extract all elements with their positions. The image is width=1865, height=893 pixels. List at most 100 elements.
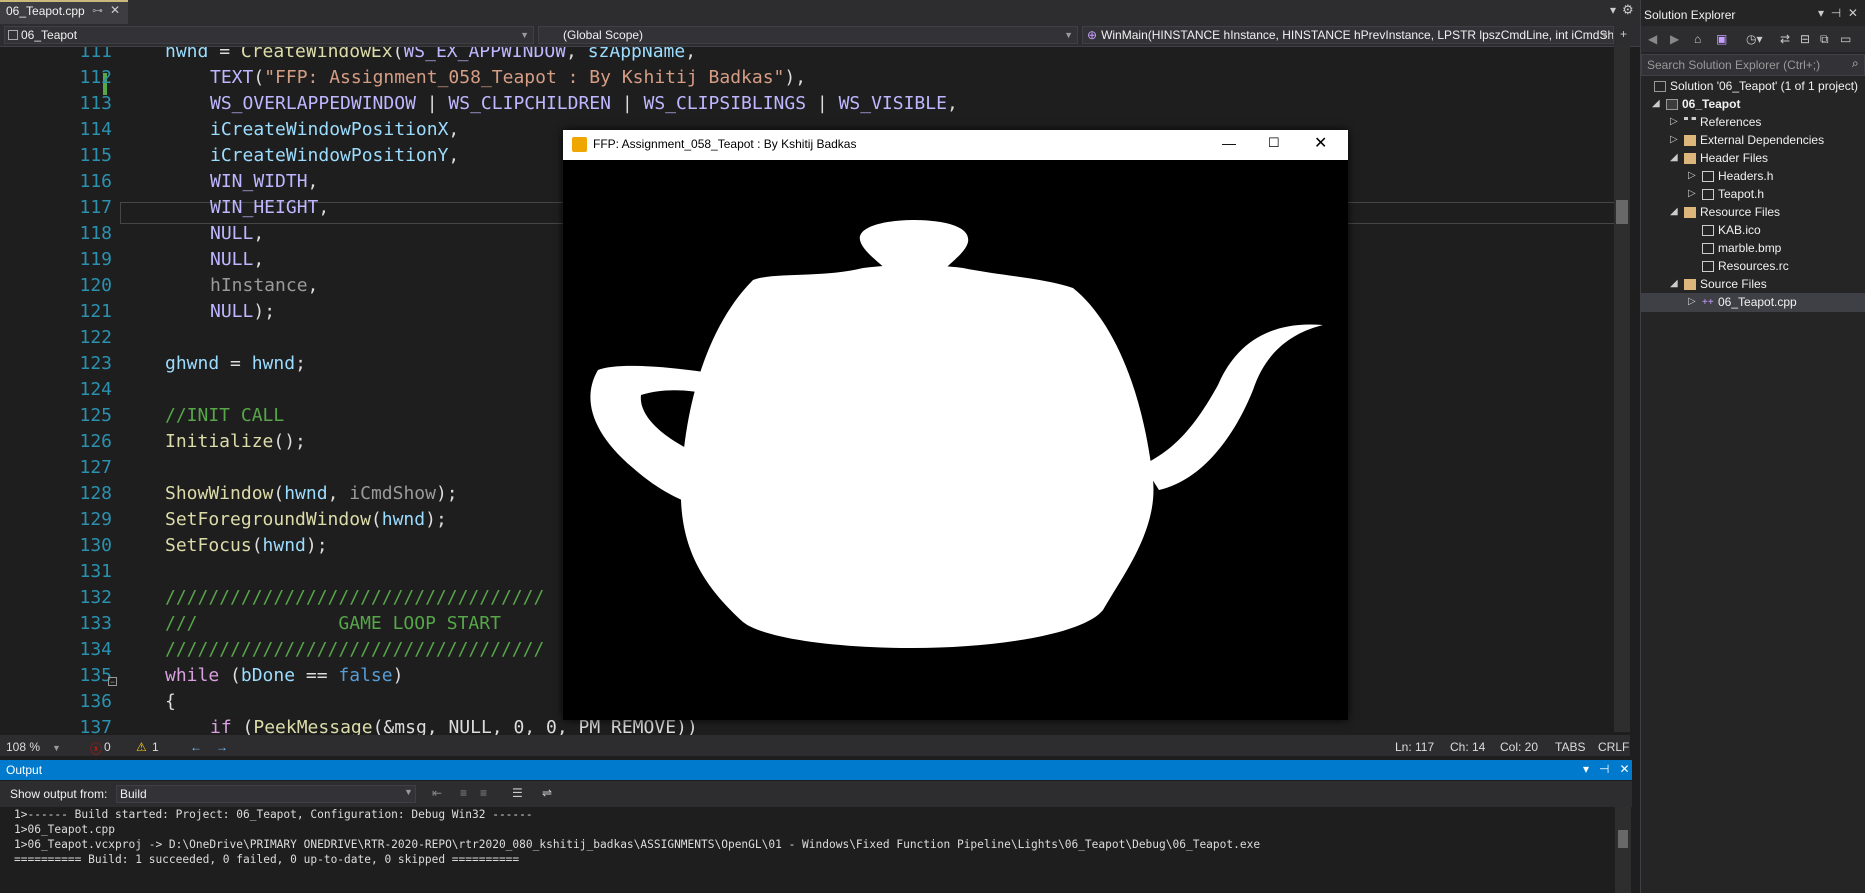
properties-icon[interactable]: ▭ [1840,32,1851,46]
tree-item-solution[interactable]: Solution '06_Teapot' (1 of 1 project) [1654,77,1858,95]
collapse-all-icon[interactable]: ⊟ [1800,32,1810,46]
collapsed-arrow-icon[interactable]: ▷ [1670,113,1678,131]
arrow-left-icon[interactable]: ← [190,740,202,754]
tree-item-resources-rc[interactable]: Resources.rc [1702,257,1789,275]
teapot-body [681,265,1154,648]
show-all-files-icon[interactable]: ⧉ [1820,32,1829,47]
output-line: ========== Build: 1 succeeded, 0 failed,… [14,853,520,866]
chevron-down-icon[interactable]: ▼ [52,743,61,753]
line-number: 130 [79,535,112,556]
goto-message-icon[interactable]: ⇤ [432,786,442,800]
code-line-133: /// GAME LOOP START [165,613,501,634]
tree-item-external-dependencies[interactable]: External Dependencies [1684,131,1824,149]
editor-status-strip [0,735,1630,756]
line-number: 126 [79,431,112,452]
tree-item-references[interactable]: References [1684,113,1761,131]
close-tab-icon[interactable]: ✕ [110,3,120,17]
output-vertical-scrollbar[interactable] [1615,807,1631,893]
line-ending[interactable]: CRLF [1598,740,1629,754]
tree-item-source-files[interactable]: Source Files [1684,275,1767,293]
switch-views-icon[interactable]: ▣ [1716,32,1727,46]
line-number: 121 [79,301,112,322]
expanded-arrow-icon[interactable]: ◢ [1652,95,1660,113]
split-icon[interactable]: + [1620,27,1627,41]
app-window-title: FFP: Assignment_058_Teapot : By Kshitij … [593,137,857,151]
chevron-down-icon: ▼ [520,30,529,40]
tree-item-marble-bmp[interactable]: marble.bmp [1702,239,1781,257]
gear-icon[interactable]: ⚙ [1622,2,1634,18]
editor-scroll-thumb[interactable] [1616,200,1628,224]
scope-dropdown[interactable]: (Global Scope) ▼ [538,26,1078,44]
line-number: 115 [79,145,112,166]
zoom-level[interactable]: 108 % [6,740,40,754]
arrow-right-icon[interactable]: → [216,740,228,754]
line-number: 124 [79,379,112,400]
code-line-117: WIN_HEIGHT, [210,197,330,218]
clear-all-icon[interactable]: ☰ [512,786,523,800]
project-dropdown[interactable]: 06_Teapot ▼ [4,26,534,44]
tree-item-teapot-h[interactable]: Teapot.h [1702,185,1764,203]
chevron-down-icon[interactable]: ▾ [1818,6,1824,20]
pin-icon[interactable]: ⊶ [92,4,103,17]
forward-icon[interactable]: ▶ [1670,32,1679,46]
fold-toggle-icon[interactable]: − [108,677,117,687]
error-count[interactable]: 0 [104,740,111,754]
output-text-area[interactable]: 1>------ Build started: Project: 06_Teap… [0,807,1632,893]
app-icon [572,137,587,152]
expanded-arrow-icon[interactable]: ◢ [1670,149,1678,167]
line-number: 123 [79,353,112,374]
minimize-button[interactable]: — [1222,135,1236,151]
code-line-136: { [165,691,176,712]
close-icon[interactable]: ✕ [1848,6,1858,20]
code-line-128: ShowWindow(hwnd, iCmdShow); [165,483,458,504]
editor-vertical-scrollbar[interactable] [1614,46,1630,732]
collapsed-arrow-icon[interactable]: ▷ [1688,167,1696,185]
pin-icon[interactable]: ⊣ [1831,6,1841,20]
output-source-dropdown[interactable] [116,785,416,803]
tree-item-resource-files[interactable]: Resource Files [1684,203,1780,221]
tree-item-kab-ico[interactable]: KAB.ico [1702,221,1761,239]
expanded-arrow-icon[interactable]: ◢ [1670,275,1678,293]
line-number: 135 [79,665,112,686]
pin-icon[interactable]: ⊣ [1599,762,1609,776]
code-line-121: NULL); [210,301,276,322]
tree-item-headers-h[interactable]: Headers.h [1702,167,1773,185]
sync-icon[interactable]: ⇄ [1780,32,1790,46]
chevron-down-icon: ▼ [1064,30,1073,40]
tree-item-06-teapot-cpp[interactable]: ++ 06_Teapot.cpp [1702,293,1797,311]
close-icon[interactable]: ✕ [1620,762,1630,776]
prev-message-icon[interactable]: ≡ [460,786,467,800]
chevron-down-icon: ▼ [404,787,413,797]
project-icon [1666,99,1678,111]
pending-changes-icon[interactable]: ◷▾ [1746,32,1763,46]
collapsed-arrow-icon[interactable]: ▷ [1688,185,1696,203]
output-scroll-thumb[interactable] [1618,830,1628,848]
collapsed-arrow-icon[interactable]: ▷ [1688,293,1696,311]
error-icon: ⓧ [90,742,103,756]
references-icon [1684,117,1696,128]
tab-overflow-icon[interactable]: ▾ [1610,3,1616,17]
indent-mode[interactable]: TABS [1555,740,1585,754]
line-number: 134 [79,639,112,660]
search-icon[interactable]: ⌕ [1852,56,1859,71]
tree-item-header-files[interactable]: Header Files [1684,149,1768,167]
teapot-spout [1143,324,1323,490]
image-file-icon [1702,225,1714,237]
folder-icon [1684,207,1696,219]
warning-count[interactable]: 1 [152,740,159,754]
close-button[interactable]: ✕ [1314,133,1327,153]
next-message-icon[interactable]: ≡ [480,786,487,800]
collapsed-arrow-icon[interactable]: ▷ [1670,131,1678,149]
chevron-down-icon[interactable]: ▾ [1583,762,1589,776]
tree-item-project[interactable]: 06_Teapot [1666,95,1740,113]
word-wrap-icon[interactable]: ⇌ [542,786,552,800]
expanded-arrow-icon[interactable]: ◢ [1670,203,1678,221]
code-line-120: hInstance, [210,275,319,296]
folder-icon [1684,135,1696,147]
output-panel-title: Output [6,763,43,777]
back-icon[interactable]: ◀ [1648,32,1657,46]
solution-explorer-title: Solution Explorer [1644,8,1736,22]
member-dropdown[interactable]: ⊕ WinMain(HINSTANCE hInstance, HINSTANCE … [1082,26,1614,44]
home-icon[interactable]: ⌂ [1694,32,1701,46]
maximize-button[interactable]: ☐ [1268,135,1280,151]
